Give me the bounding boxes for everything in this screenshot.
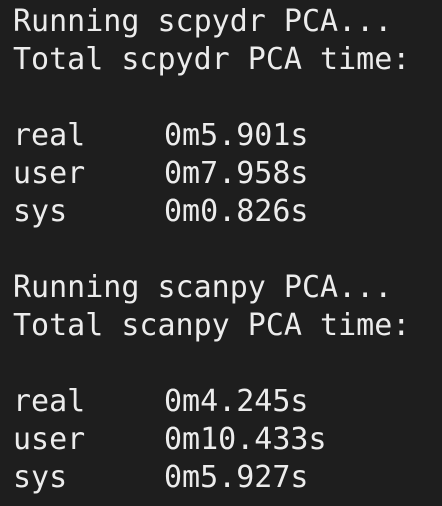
time-row-user: user 0m7.958s [13,155,442,193]
total-line-scpydr: Total scpydr PCA time: [13,42,411,77]
time-value: 0m4.245s [164,384,309,419]
time-label: sys [13,460,68,495]
time-value: 0m7.958s [164,156,309,191]
time-row-sys: sys 0m5.927s [13,459,442,497]
total-line-scanpy: Total scanpy PCA time: [13,308,411,343]
terminal-window[interactable]: Running scpydr PCA... Total scpydr PCA t… [0,0,442,506]
time-value: 0m5.901s [164,118,309,153]
time-label: user [13,422,86,457]
time-label: sys [13,194,68,229]
time-value: 0m5.927s [164,460,309,495]
time-label: real [13,384,86,419]
running-line-scpydr: Running scpydr PCA... [13,4,393,39]
terminal-output: Running scpydr PCA... Total scpydr PCA t… [13,3,442,497]
time-value: 0m10.433s [164,422,327,457]
time-row-real: real 0m4.245s [13,383,442,421]
time-label: user [13,156,86,191]
time-row-sys: sys 0m0.826s [13,193,442,231]
time-row-real: real 0m5.901s [13,117,442,155]
time-value: 0m0.826s [164,194,309,229]
time-row-user: user 0m10.433s [13,421,442,459]
time-label: real [13,118,86,153]
running-line-scanpy: Running scanpy PCA... [13,270,393,305]
